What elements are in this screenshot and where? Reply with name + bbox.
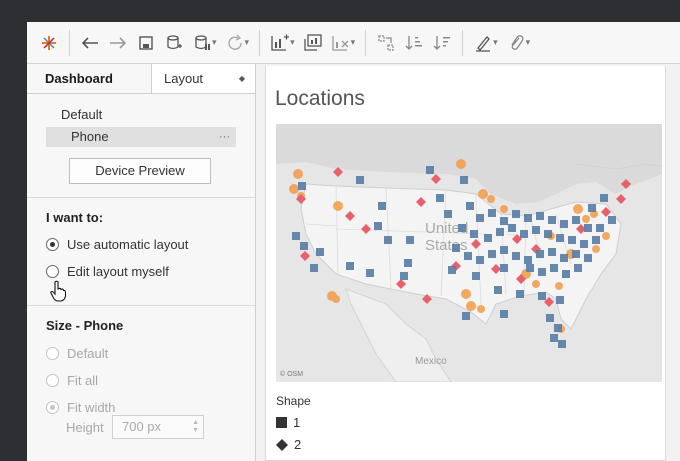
layout-options-section: I want to: Use automatic layout Edit lay…	[27, 198, 255, 306]
radio-label: Fit all	[67, 373, 99, 388]
sort-descending-icon[interactable]	[428, 29, 456, 57]
toolbar-separator	[259, 29, 261, 56]
radio-size-fit-all[interactable]: Fit all	[46, 373, 98, 388]
radio-size-default[interactable]: Default	[46, 346, 108, 361]
toolbar: ▾ ▾ ▾ ▾ ▾ ▾	[27, 22, 680, 64]
tab-dashboard[interactable]: Dashboard	[27, 64, 151, 93]
radio-label: Default	[67, 346, 109, 361]
radio-label: Edit layout myself	[67, 264, 169, 279]
map-attribution: © OSM	[280, 371, 304, 378]
diamond-icon	[276, 438, 288, 451]
shape-2-diamond-marks	[296, 167, 631, 307]
size-title: Size - Phone	[46, 318, 124, 333]
radio-unchecked-icon[interactable]	[46, 265, 59, 278]
radio-label: Use automatic layout	[67, 237, 189, 252]
toolbar-separator	[69, 29, 70, 56]
legend-title: Shape	[276, 394, 311, 408]
toolbar-separator	[462, 29, 464, 56]
radio-edit-layout[interactable]: Edit layout myself	[46, 264, 169, 279]
square-icon	[276, 417, 287, 428]
save-icon[interactable]	[132, 29, 160, 57]
height-label: Height	[66, 420, 104, 435]
legend-item[interactable]: 2	[276, 437, 301, 452]
radio-automatic-layout[interactable]: Use automatic layout	[46, 237, 188, 252]
toolbar-separator	[365, 29, 367, 56]
dashboard-frame: Locations United States Mexico © OSM Sha…	[265, 66, 666, 461]
legend-label: 1	[293, 415, 301, 430]
radio-disabled-icon[interactable]	[46, 347, 59, 360]
chevron-down-icon[interactable]: ▾	[526, 37, 531, 48]
more-options-icon[interactable]: ···	[219, 127, 230, 147]
device-section: Default Phone ··· Device Preview	[27, 94, 255, 198]
radio-checked-icon[interactable]	[46, 238, 59, 251]
dashboard-canvas: Locations United States Mexico © OSM Sha…	[257, 64, 680, 461]
map-marks	[289, 159, 631, 348]
height-value: 700 px	[122, 419, 162, 434]
orange-marks	[289, 159, 610, 333]
screen-background: ▾ ▾ ▾ ▾ ▾ ▾ Dashboard Layout ◆ Default P…	[0, 0, 680, 461]
chevron-down-icon[interactable]: ▾	[290, 37, 295, 48]
redo-arrow-icon[interactable]	[104, 29, 132, 57]
chevron-down-icon[interactable]: ▾	[351, 37, 356, 48]
legend-label: 2	[294, 437, 302, 452]
dashboard-sidebar: Dashboard Layout ◆ Default Phone ··· Devi…	[27, 64, 256, 461]
sort-ascending-icon[interactable]	[400, 29, 428, 57]
dashboard-title: Locations	[275, 87, 365, 110]
radio-disabled-icon[interactable]	[46, 374, 59, 387]
app-window: ▾ ▾ ▾ ▾ ▾ ▾ Dashboard Layout ◆ Default P…	[27, 22, 680, 461]
height-input[interactable]: 700 px ▲ ▼	[112, 415, 204, 439]
size-section: Size - Phone Default Fit all Fit width H…	[27, 306, 255, 456]
hand-cursor-icon	[50, 280, 66, 302]
device-phone-selected[interactable]: Phone ···	[46, 127, 236, 147]
tab-label: Layout	[164, 71, 204, 86]
tab-label: Dashboard	[45, 71, 113, 86]
chevron-down-icon[interactable]: ▾	[245, 37, 250, 48]
radio-label: Fit width	[67, 400, 116, 415]
new-datasource-icon[interactable]	[160, 29, 188, 57]
chevron-down-icon[interactable]: ▾	[493, 37, 498, 48]
stepper-arrows-icon[interactable]: ▲ ▼	[192, 419, 199, 435]
device-default[interactable]: Default	[61, 107, 102, 122]
device-preview-button[interactable]: Device Preview	[69, 158, 211, 184]
device-phone-label: Phone	[71, 129, 109, 144]
duplicate-sheet-icon[interactable]	[299, 29, 327, 57]
sidebar-tabs: Dashboard Layout ◆	[27, 64, 255, 94]
tab-layout[interactable]: Layout ◆	[151, 64, 255, 93]
chevron-down-icon[interactable]: ▾	[212, 37, 217, 48]
updown-caret-icon: ◆	[238, 74, 245, 83]
swap-rows-columns-icon[interactable]	[372, 29, 400, 57]
radio-size-fit-width[interactable]: Fit width	[46, 400, 115, 415]
tableau-logo-icon[interactable]	[35, 29, 63, 57]
shape-1-square-marks	[292, 166, 616, 348]
layout-options-title: I want to:	[46, 210, 104, 225]
locations-map[interactable]: United States Mexico © OSM	[276, 124, 662, 382]
legend-item[interactable]: 1	[276, 415, 300, 430]
radio-disabled-checked-icon[interactable]	[46, 401, 59, 414]
undo-arrow-icon[interactable]	[76, 29, 104, 57]
